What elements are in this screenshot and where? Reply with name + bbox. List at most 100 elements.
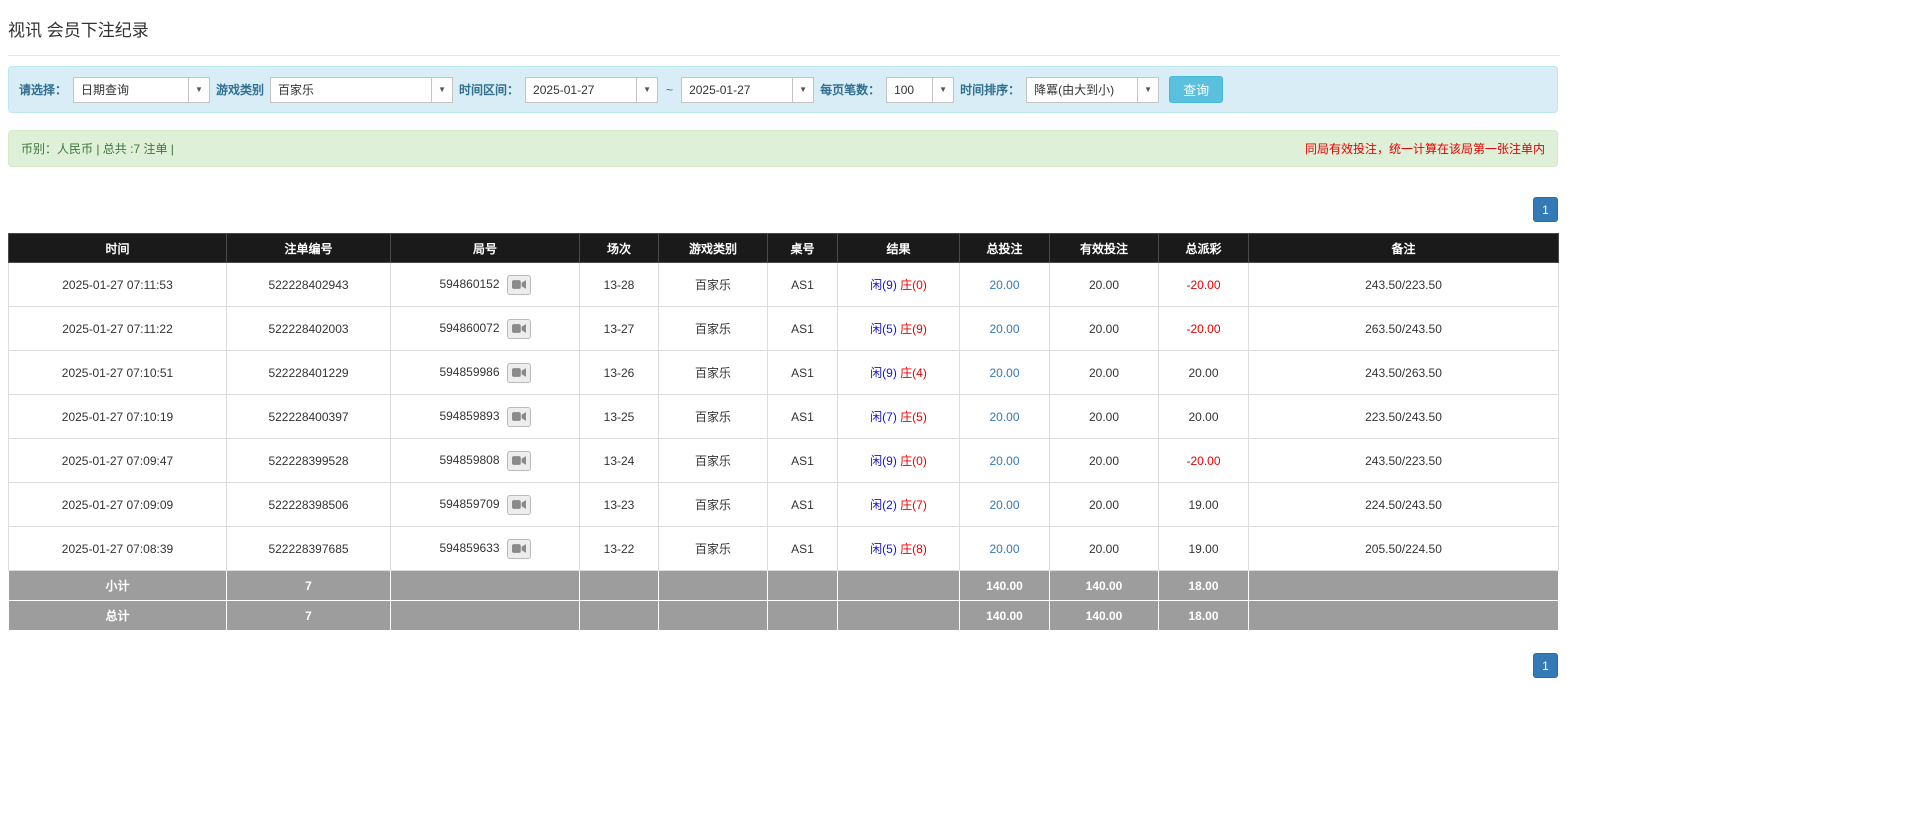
chevron-down-icon[interactable]: ▼ (636, 77, 658, 102)
page-1-button[interactable]: 1 (1533, 653, 1558, 678)
table-row: 2025-01-27 07:09:47 522228399528 5948598… (8, 438, 1559, 483)
cell-session: 13-27 (579, 306, 659, 351)
cell-payout: -20.00 (1158, 438, 1249, 483)
payout-value: 20.00 (1188, 409, 1219, 424)
cell-note: 223.50/243.50 (1248, 394, 1559, 439)
total-bet-link[interactable]: 20.00 (989, 366, 1019, 380)
result-player: 闲(5) (870, 542, 897, 556)
col-header-note: 备注 (1248, 233, 1559, 263)
cell-valid-bet: 20.00 (1049, 482, 1159, 527)
result-banker: 庄(9) (900, 322, 927, 336)
footer-cell (1248, 600, 1559, 631)
date-from-select[interactable]: 2025-01-27 ▼ (525, 76, 659, 103)
currency-summary: 币别：人民币 | 总共 :7 注单 | (21, 142, 174, 156)
cell-result: 闲(7) 庄(5) (837, 394, 960, 439)
select-label: 请选择： (19, 83, 68, 97)
cell-game-type: 百家乐 (658, 394, 768, 439)
chevron-down-icon[interactable]: ▼ (932, 77, 954, 102)
video-replay-button[interactable] (506, 450, 531, 471)
query-type-value: 日期查询 (81, 83, 130, 97)
cell-table-no: AS1 (767, 350, 838, 395)
total-bet-link[interactable]: 20.00 (989, 278, 1019, 292)
total-bet-link[interactable]: 20.00 (989, 498, 1019, 512)
total-bet-link[interactable]: 20.00 (989, 322, 1019, 336)
video-replay-button[interactable] (506, 494, 531, 515)
total-bet-link[interactable]: 20.00 (989, 542, 1019, 556)
col-header-table-no: 桌号 (767, 233, 838, 263)
query-type-select[interactable]: 日期查询 ▼ (73, 76, 211, 103)
footer-cell (390, 570, 580, 601)
result-player: 闲(9) (870, 278, 897, 292)
result-banker: 庄(0) (900, 278, 927, 292)
cell-bet-id: 522228402003 (226, 306, 391, 351)
video-replay-button[interactable] (506, 318, 531, 339)
cell-bet-id: 522228399528 (226, 438, 391, 483)
footer-cell (767, 570, 838, 601)
table-row: 2025-01-27 07:11:22 522228402003 5948600… (8, 306, 1559, 351)
video-replay-button[interactable] (506, 362, 531, 383)
cell-game-type: 百家乐 (658, 306, 768, 351)
cell-session: 13-28 (579, 262, 659, 307)
chevron-down-icon[interactable]: ▼ (188, 77, 210, 102)
cell-total-bet: 20.00 (959, 526, 1050, 571)
chevron-down-icon[interactable]: ▼ (1137, 77, 1159, 102)
subtotal-valid-bet: 140.00 (1049, 570, 1159, 601)
col-header-bet-id: 注单编号 (226, 233, 391, 263)
chevron-down-icon[interactable]: ▼ (792, 77, 814, 102)
cell-bet-id: 522228397685 (226, 526, 391, 571)
col-header-round-id: 局号 (390, 233, 580, 263)
cell-total-bet: 20.00 (959, 350, 1050, 395)
bet-records-table: 时间 注单编号 局号 场次 游戏类别 桌号 结果 总投注 有效投注 总派彩 备注… (8, 233, 1559, 631)
cell-session: 13-22 (579, 526, 659, 571)
page-1-button[interactable]: 1 (1533, 197, 1558, 222)
video-replay-button[interactable] (506, 406, 531, 427)
result-player: 闲(2) (870, 498, 897, 512)
cell-valid-bet: 20.00 (1049, 350, 1159, 395)
search-button[interactable]: 查询 (1169, 76, 1224, 103)
result-banker: 庄(8) (900, 542, 927, 556)
date-to-value: 2025-01-27 (689, 82, 751, 97)
cell-session: 13-26 (579, 350, 659, 395)
result-player: 闲(9) (870, 366, 897, 380)
cell-game-type: 百家乐 (658, 350, 768, 395)
page-size-select[interactable]: 100 ▼ (886, 76, 955, 103)
chevron-down-icon[interactable]: ▼ (431, 77, 453, 102)
result-banker: 庄(5) (900, 410, 927, 424)
page-header: 视讯 会员下注纪录 (8, 16, 1560, 56)
cell-result: 闲(9) 庄(0) (837, 438, 960, 483)
result-banker: 庄(7) (900, 498, 927, 512)
cell-note: 243.50/223.50 (1248, 262, 1559, 307)
video-replay-button[interactable] (506, 538, 531, 559)
cell-total-bet: 20.00 (959, 262, 1050, 307)
date-to-select[interactable]: 2025-01-27 ▼ (681, 76, 815, 103)
cell-note: 243.50/223.50 (1248, 438, 1559, 483)
time-sort-select[interactable]: 降冪(由大到小) ▼ (1026, 76, 1160, 103)
cell-round-id: 594859709 (390, 482, 580, 527)
header-row: 时间 注单编号 局号 场次 游戏类别 桌号 结果 总投注 有效投注 总派彩 备注 (8, 233, 1559, 263)
table-header: 时间 注单编号 局号 场次 游戏类别 桌号 结果 总投注 有效投注 总派彩 备注 (8, 233, 1559, 263)
col-header-time: 时间 (8, 233, 227, 263)
cell-bet-id: 522228401229 (226, 350, 391, 395)
total-bet-link[interactable]: 20.00 (989, 454, 1019, 468)
video-replay-button[interactable] (506, 274, 531, 295)
subtotal-count: 7 (226, 570, 391, 601)
footer-cell (837, 600, 960, 631)
game-type-select[interactable]: 百家乐 ▼ (270, 76, 454, 103)
payout-value: -20.00 (1186, 321, 1221, 336)
cell-total-bet: 20.00 (959, 482, 1050, 527)
cell-table-no: AS1 (767, 262, 838, 307)
cell-time: 2025-01-27 07:09:09 (8, 482, 227, 527)
total-payout: 18.00 (1158, 600, 1249, 631)
subtotal-total-bet: 140.00 (959, 570, 1050, 601)
page-size-value: 100 (894, 82, 915, 97)
cell-game-type: 百家乐 (658, 262, 768, 307)
total-label: 总计 (8, 600, 227, 631)
total-bet-link[interactable]: 20.00 (989, 410, 1019, 424)
cell-note: 263.50/243.50 (1248, 306, 1559, 351)
cell-note: 205.50/224.50 (1248, 526, 1559, 571)
cell-game-type: 百家乐 (658, 438, 768, 483)
cell-time: 2025-01-27 07:09:47 (8, 438, 227, 483)
date-range-separator: ~ (666, 82, 674, 97)
video-camera-icon (511, 544, 526, 553)
cell-payout: -20.00 (1158, 262, 1249, 307)
